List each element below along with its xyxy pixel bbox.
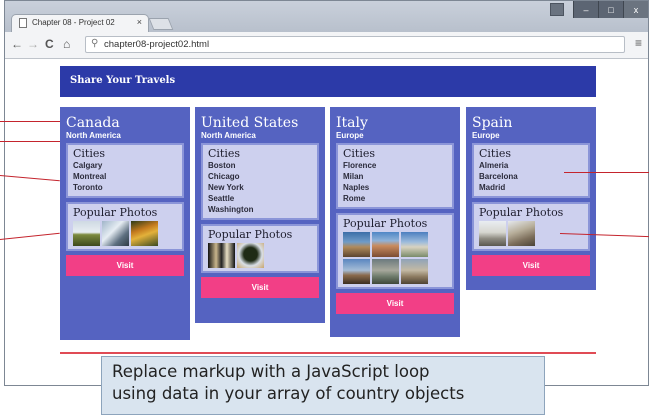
city-item: Florence bbox=[343, 161, 377, 170]
continent-name: North America bbox=[201, 131, 256, 140]
country-card: United States North America Cities Boston Ch… bbox=[195, 107, 325, 323]
reload-icon[interactable]: C bbox=[45, 37, 54, 51]
city-item: Washington bbox=[208, 205, 254, 214]
annotation-line-cities-right bbox=[564, 172, 649, 173]
page-content: Share Your Travels Canada North America Ci… bbox=[5, 59, 648, 385]
browser-window: Chapter 08 - Project 02 × – □ x ← → C ⌂ … bbox=[4, 0, 649, 386]
country-card: Italy Europe Cities Florence Milan Naples Rome… bbox=[330, 107, 460, 337]
photos-box: Popular Photos bbox=[201, 224, 319, 273]
city-item: Montreal bbox=[73, 172, 107, 181]
continent-name: North America bbox=[66, 131, 121, 140]
annotation-line-country bbox=[0, 121, 60, 122]
cities-box: Cities Florence Milan Naples Rome bbox=[336, 143, 454, 209]
menu-icon[interactable]: ≡ bbox=[635, 36, 642, 50]
country-name: Spain bbox=[472, 115, 513, 131]
user-icon[interactable] bbox=[550, 3, 564, 16]
annotation-line-continent bbox=[0, 141, 60, 142]
minimize-button[interactable]: – bbox=[573, 1, 598, 18]
caption-box: Replace markup with a JavaScript loop us… bbox=[101, 356, 545, 415]
back-arrow-icon[interactable]: ← bbox=[11, 37, 23, 51]
photos-heading: Popular Photos bbox=[343, 217, 428, 230]
autumn-forest-photo[interactable] bbox=[131, 221, 158, 246]
photo-grid bbox=[73, 221, 177, 246]
caption-line-2: using data in your array of country obje… bbox=[112, 384, 465, 403]
cities-box: Cities Boston Chicago New York Seattle Washin… bbox=[201, 143, 319, 220]
country-card: Canada North America Cities Calgary Montreal… bbox=[60, 107, 190, 340]
city-item: Milan bbox=[343, 172, 364, 181]
home-icon[interactable]: ⌂ bbox=[63, 37, 70, 51]
city-item: New York bbox=[208, 183, 244, 192]
photos-heading: Popular Photos bbox=[208, 228, 293, 241]
tree-photo[interactable] bbox=[237, 243, 264, 268]
country-name: Canada bbox=[66, 115, 120, 131]
photos-box: Popular Photos bbox=[66, 202, 184, 251]
city-item: Toronto bbox=[73, 183, 103, 192]
title-bar: Chapter 08 - Project 02 × – □ x bbox=[5, 1, 648, 32]
footer-divider bbox=[60, 352, 596, 354]
search-icon: ⚲ bbox=[91, 38, 99, 49]
browser-toolbar: ← → C ⌂ ⚲ chapter08-project02.html ≡ bbox=[5, 32, 648, 59]
cathedral-photo[interactable] bbox=[372, 232, 399, 257]
city-item: Rome bbox=[343, 194, 366, 203]
cities-box: Cities Calgary Montreal Toronto bbox=[66, 143, 184, 198]
church-photo[interactable] bbox=[508, 221, 535, 246]
country-card: Spain Europe Cities Almeria Barcelona Madrid P… bbox=[466, 107, 596, 290]
city-item: Calgary bbox=[73, 161, 103, 170]
browser-tab[interactable]: Chapter 08 - Project 02 × bbox=[11, 14, 149, 32]
bridge-photo[interactable] bbox=[372, 259, 399, 284]
cities-heading: Cities bbox=[73, 147, 106, 160]
cities-heading: Cities bbox=[479, 147, 512, 160]
maximize-button[interactable]: □ bbox=[598, 1, 623, 18]
cities-heading: Cities bbox=[343, 147, 376, 160]
photo-grid bbox=[343, 232, 447, 284]
photos-heading: Popular Photos bbox=[479, 206, 564, 219]
field-photo[interactable] bbox=[73, 221, 100, 246]
city-item: Seattle bbox=[208, 194, 235, 203]
visit-button[interactable]: Visit bbox=[336, 293, 454, 314]
country-name: Italy bbox=[336, 115, 368, 131]
visit-button[interactable]: Visit bbox=[472, 255, 590, 276]
caption-line-1: Replace markup with a JavaScript loop bbox=[112, 362, 430, 381]
coast-photo[interactable] bbox=[343, 232, 370, 257]
cities-heading: Cities bbox=[208, 147, 241, 160]
close-button[interactable]: x bbox=[623, 1, 648, 18]
tab-close-icon[interactable]: × bbox=[137, 17, 142, 27]
palace-photo[interactable] bbox=[479, 221, 506, 246]
photos-heading: Popular Photos bbox=[73, 206, 158, 219]
visit-button[interactable]: Visit bbox=[201, 277, 319, 298]
forward-arrow-icon[interactable]: → bbox=[27, 37, 39, 51]
city-item: Almeria bbox=[479, 161, 509, 170]
visit-button[interactable]: Visit bbox=[66, 255, 184, 276]
city-item: Madrid bbox=[479, 183, 506, 192]
address-bar[interactable]: ⚲ chapter08-project02.html bbox=[85, 36, 625, 53]
tower-photo[interactable] bbox=[401, 232, 428, 257]
city-item: Boston bbox=[208, 161, 236, 170]
continent-name: Europe bbox=[336, 131, 364, 140]
photos-box: Popular Photos bbox=[336, 213, 454, 289]
ruins-photo[interactable] bbox=[401, 259, 428, 284]
city-item: Chicago bbox=[208, 172, 240, 181]
photo-grid bbox=[208, 243, 312, 268]
page-icon bbox=[19, 18, 27, 28]
winter-trees-photo[interactable] bbox=[102, 221, 129, 246]
url-text[interactable]: chapter08-project02.html bbox=[104, 39, 209, 50]
square-photo[interactable] bbox=[343, 259, 370, 284]
country-name: United States bbox=[201, 115, 299, 131]
new-tab-button[interactable] bbox=[148, 18, 174, 30]
tab-title: Chapter 08 - Project 02 bbox=[32, 18, 115, 27]
cities-box: Cities Almeria Barcelona Madrid bbox=[472, 143, 590, 198]
continent-name: Europe bbox=[472, 131, 500, 140]
city-night-photo[interactable] bbox=[208, 243, 235, 268]
city-item: Naples bbox=[343, 183, 370, 192]
window-controls: – □ x bbox=[573, 1, 648, 18]
page-title: Share Your Travels bbox=[70, 75, 176, 86]
page-header: Share Your Travels bbox=[60, 66, 596, 97]
photos-box: Popular Photos bbox=[472, 202, 590, 251]
